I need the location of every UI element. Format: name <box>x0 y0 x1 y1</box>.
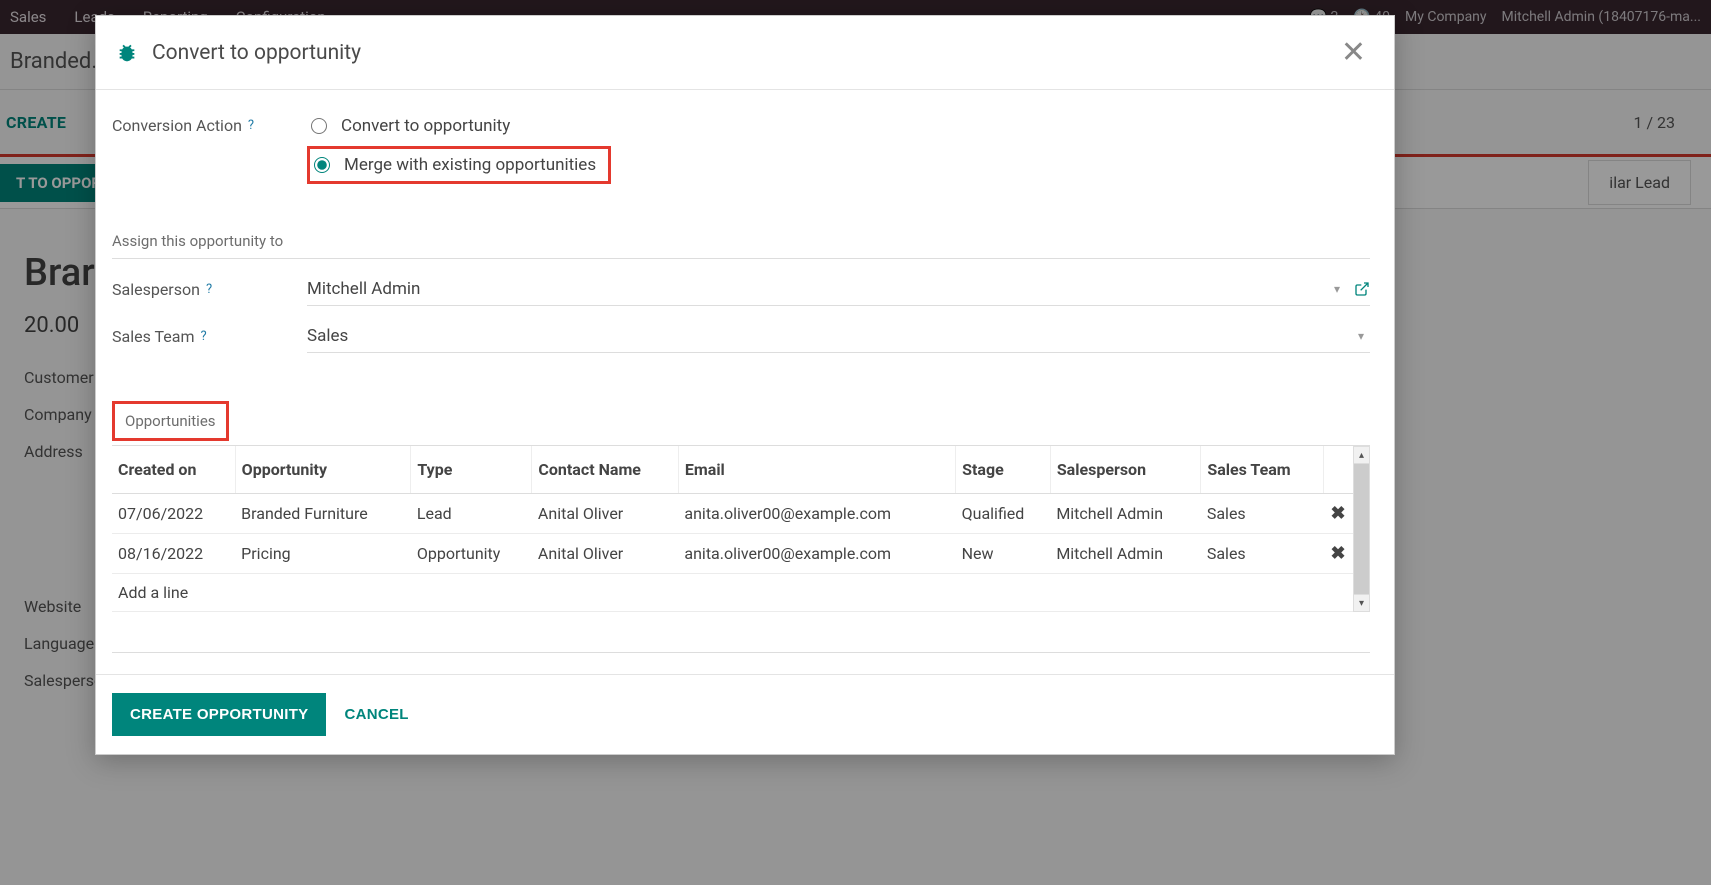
col-remove <box>1323 446 1353 494</box>
col-type[interactable]: Type <box>411 446 532 494</box>
col-sales-team[interactable]: Sales Team <box>1201 446 1323 494</box>
dialog-footer: CREATE OPPORTUNITY CANCEL <box>96 674 1394 754</box>
radio-merge-existing[interactable]: Merge with existing opportunities <box>307 146 611 184</box>
opportunities-section-title: Opportunities <box>112 401 229 441</box>
external-link-icon[interactable] <box>1354 281 1370 297</box>
col-salesperson[interactable]: Salesperson <box>1050 446 1201 494</box>
create-opportunity-button[interactable]: CREATE OPPORTUNITY <box>112 693 326 736</box>
col-contact-name[interactable]: Contact Name <box>532 446 678 494</box>
radio-merge-input[interactable] <box>314 157 330 173</box>
radio-convert-to-opportunity[interactable]: Convert to opportunity <box>307 110 1370 142</box>
chevron-down-icon[interactable]: ▾ <box>1328 282 1346 296</box>
salesteam-value: Sales <box>307 326 348 346</box>
col-opportunity[interactable]: Opportunity <box>235 446 411 494</box>
salesteam-field[interactable]: Sales ▾ <box>307 320 1370 353</box>
assign-section-title: Assign this opportunity to <box>112 224 1370 259</box>
conversion-action-label: Conversion Action? <box>112 110 307 135</box>
dialog-header: Convert to opportunity ✕ <box>96 16 1394 90</box>
col-stage[interactable]: Stage <box>956 446 1051 494</box>
dialog-body: Conversion Action? Convert to opportunit… <box>96 90 1394 674</box>
salesteam-label: Sales Team? <box>112 327 307 346</box>
radio-merge-label: Merge with existing opportunities <box>344 155 596 175</box>
salesperson-label: Salesperson? <box>112 280 307 299</box>
add-line-row: Add a line <box>112 574 1353 612</box>
dialog-title: Convert to opportunity <box>152 41 361 65</box>
table-header-row: Created on Opportunity Type Contact Name… <box>112 446 1353 494</box>
col-created-on[interactable]: Created on <box>112 446 235 494</box>
close-icon[interactable]: ✕ <box>1333 31 1374 74</box>
remove-row-icon[interactable]: ✖ <box>1323 534 1353 574</box>
cancel-button[interactable]: CANCEL <box>326 693 426 736</box>
salesperson-field[interactable]: Mitchell Admin ▾ <box>307 273 1370 306</box>
bug-icon <box>116 42 138 64</box>
radio-convert-label: Convert to opportunity <box>341 116 510 136</box>
table-row[interactable]: 08/16/2022 Pricing Opportunity Anital Ol… <box>112 534 1353 574</box>
convert-to-opportunity-dialog: Convert to opportunity ✕ Conversion Acti… <box>95 15 1395 755</box>
radio-convert-input[interactable] <box>311 118 327 134</box>
table-row[interactable]: 07/06/2022 Branded Furniture Lead Anital… <box>112 494 1353 534</box>
add-a-line[interactable]: Add a line <box>112 574 1353 612</box>
opportunities-table: Created on Opportunity Type Contact Name… <box>112 445 1370 612</box>
remove-row-icon[interactable]: ✖ <box>1323 494 1353 534</box>
col-email[interactable]: Email <box>678 446 955 494</box>
chevron-down-icon[interactable]: ▾ <box>1352 329 1370 343</box>
salesperson-value: Mitchell Admin <box>307 279 420 299</box>
table-scrollbar[interactable]: ▴ ▾ <box>1353 446 1370 612</box>
